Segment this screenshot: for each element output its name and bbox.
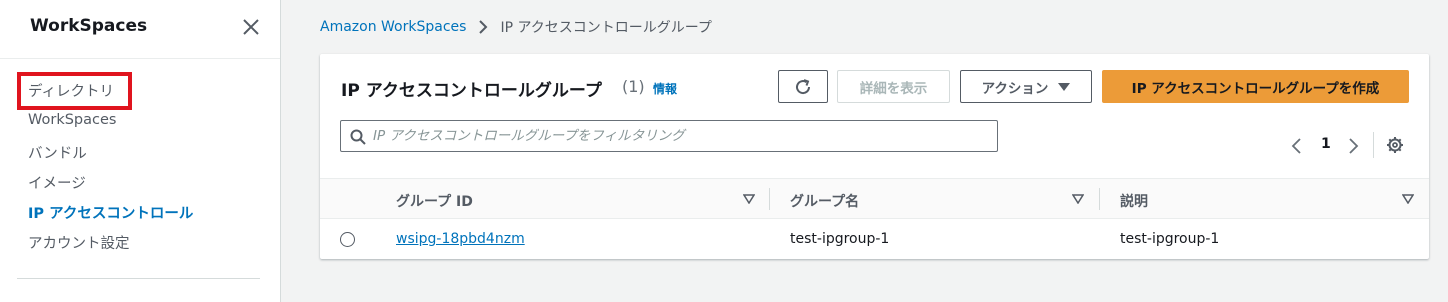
item-count: (1) (622, 77, 645, 96)
sidebar-divider (17, 278, 260, 279)
table-header: グループ ID グループ名 説明 (320, 178, 1429, 219)
column-divider[interactable] (769, 188, 770, 210)
pagination-divider (1373, 132, 1374, 158)
column-divider[interactable] (1099, 188, 1100, 210)
refresh-button[interactable] (778, 70, 828, 103)
page-number[interactable]: 1 (1321, 136, 1331, 152)
breadcrumb: Amazon WorkSpaces IP アクセスコントロールグループ (320, 17, 712, 37)
row-select-radio[interactable] (340, 232, 355, 247)
breadcrumb-current: IP アクセスコントロールグループ (500, 20, 712, 36)
actions-dropdown[interactable]: アクション (960, 70, 1092, 103)
chevron-left-icon[interactable] (1290, 138, 1304, 154)
search-icon (350, 129, 366, 145)
sidebar: WorkSpaces ディレクトリ WorkSpaces バンドル イメージ I… (0, 0, 281, 302)
column-header-description[interactable]: 説明 (1120, 191, 1148, 211)
view-details-button[interactable]: 詳細を表示 (837, 70, 950, 103)
group-name-cell: test-ipgroup-1 (790, 231, 890, 247)
sort-icon[interactable] (1072, 194, 1084, 204)
info-link[interactable]: 情報 (653, 80, 677, 97)
sidebar-item-account-settings[interactable]: アカウント設定 (28, 232, 130, 253)
sidebar-item-directory[interactable]: ディレクトリ (28, 80, 114, 101)
column-header-group-id[interactable]: グループ ID (396, 191, 473, 211)
chevron-right-icon[interactable] (1346, 138, 1360, 154)
sidebar-title: WorkSpaces (30, 16, 148, 36)
create-ip-group-button[interactable]: IP アクセスコントロールグループを作成 (1102, 70, 1409, 103)
sort-icon[interactable] (743, 194, 755, 204)
sidebar-item-bundles[interactable]: バンドル (28, 142, 87, 163)
group-id-link[interactable]: wsipg-18pbd4nzm (396, 231, 525, 247)
breadcrumb-root[interactable]: Amazon WorkSpaces (320, 19, 466, 35)
sort-icon[interactable] (1402, 194, 1414, 204)
search-box[interactable] (340, 120, 998, 152)
table-row: wsipg-18pbd4nzm test-ipgroup-1 test-ipgr… (320, 220, 1429, 259)
sidebar-item-images[interactable]: イメージ (28, 172, 86, 193)
ip-groups-panel: IP アクセスコントロールグループ (1) 情報 詳細を表示 アクション IP … (320, 54, 1429, 259)
sidebar-item-ip-access-control[interactable]: IP アクセスコントロール (28, 202, 193, 223)
refresh-icon (796, 78, 811, 94)
panel-title: IP アクセスコントロールグループ (341, 81, 602, 101)
description-cell: test-ipgroup-1 (1120, 231, 1220, 247)
close-icon[interactable] (240, 16, 262, 38)
sidebar-item-workspaces[interactable]: WorkSpaces (28, 112, 116, 128)
actions-label: アクション (981, 80, 1049, 97)
caret-down-icon (1058, 82, 1071, 91)
search-input[interactable] (373, 121, 983, 151)
sidebar-header: WorkSpaces (0, 0, 280, 59)
settings-icon[interactable] (1386, 136, 1404, 154)
chevron-right-icon (479, 20, 488, 34)
column-header-group-name[interactable]: グループ名 (790, 191, 859, 211)
